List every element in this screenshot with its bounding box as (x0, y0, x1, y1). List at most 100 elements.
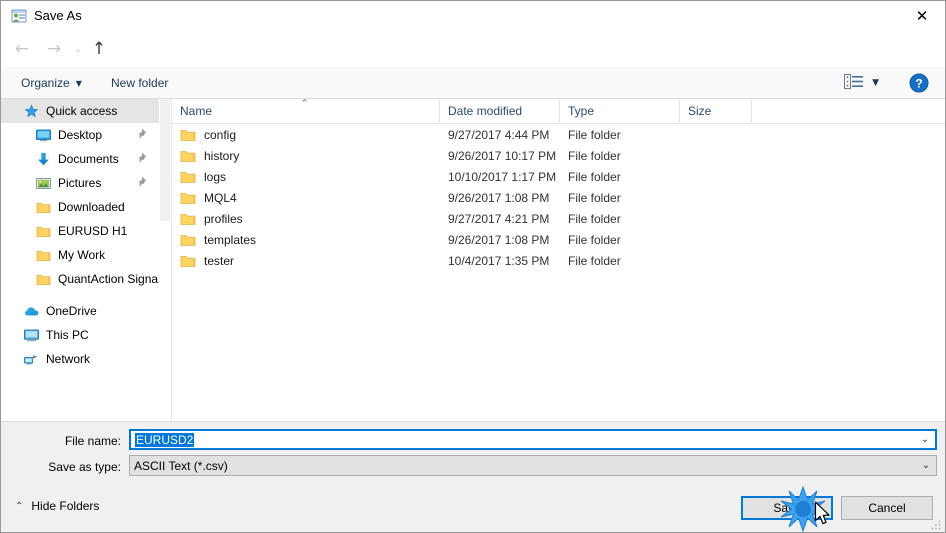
file-type: File folder (568, 211, 621, 226)
sidebar-item-label: Network (46, 352, 91, 366)
column-header-size[interactable]: Size (680, 99, 752, 123)
close-button[interactable]: ✕ (899, 1, 945, 31)
sidebar-item-onedrive[interactable]: OneDrive (1, 299, 159, 323)
hide-folders-button[interactable]: ⌃ Hide Folders (15, 499, 99, 513)
navigation-bar: ← → ⌄ ↑ « Roaming › MetaQuotes › (1, 31, 945, 91)
table-row[interactable]: profiles 9/27/2017 4:21 PM File folder (172, 208, 945, 229)
up-arrow-icon: ↑ (91, 39, 107, 59)
sidebar-item-eurusd-h1[interactable]: EURUSD H1 (1, 219, 159, 243)
navigation-pane-scrollbar[interactable] (159, 99, 172, 421)
file-type: File folder (568, 190, 621, 205)
folder-icon (180, 233, 196, 247)
sidebar-item-quantaction-signal[interactable]: QuantAction Signal (1, 267, 159, 291)
sidebar-item-my-work[interactable]: My Work (1, 243, 159, 267)
chevron-up-icon: ⌃ (15, 500, 24, 512)
help-button[interactable]: ? (909, 73, 929, 93)
file-date-modified: 9/26/2017 1:08 PM (448, 190, 550, 205)
sidebar-item-pictures[interactable]: Pictures (1, 171, 159, 195)
organize-button[interactable]: Organize ▼ (15, 72, 88, 94)
sidebar-item-documents[interactable]: Documents (1, 147, 159, 171)
save-as-dialog: Save As ✕ ← → ⌄ ↑ « Roaming (0, 0, 946, 533)
forward-arrow-icon: → (46, 39, 62, 59)
resize-grip[interactable] (930, 519, 942, 531)
sidebar-item-label: Downloaded (58, 200, 125, 214)
folder-icon (180, 254, 196, 268)
file-name-input[interactable]: EURUSD2 ⌄ (129, 429, 937, 450)
table-row[interactable]: logs 10/10/2017 1:17 PM File folder (172, 166, 945, 187)
window-title: Save As (34, 8, 82, 23)
folder-icon (35, 199, 51, 215)
file-name-dropdown-button[interactable]: ⌄ (915, 434, 935, 445)
file-rows: config 9/27/2017 4:44 PM File folder his… (172, 124, 945, 271)
file-type: File folder (568, 127, 621, 142)
file-name: templates (204, 232, 257, 247)
folder-icon (35, 223, 51, 239)
hide-folders-label: Hide Folders (31, 499, 100, 513)
cancel-button[interactable]: Cancel (841, 496, 933, 520)
file-list: Name ⌃ Date modified Type Size config 9/… (172, 99, 945, 421)
forward-button[interactable]: → (41, 35, 67, 63)
sidebar-item-downloaded[interactable]: Downloaded (1, 195, 159, 219)
save-as-type-value: ASCII Text (*.csv) (134, 458, 228, 473)
file-type: File folder (568, 148, 621, 163)
file-type: File folder (568, 169, 621, 184)
sidebar-item-label: OneDrive (46, 304, 97, 318)
save-button-label: Save (773, 501, 801, 515)
chevron-down-icon: ⌄ (921, 460, 931, 471)
file-name-value-wrapper: EURUSD2 (131, 432, 915, 447)
sidebar-item-this-pc[interactable]: This PC (1, 323, 159, 347)
file-date-modified: 10/4/2017 1:35 PM (448, 253, 550, 268)
chevron-down-icon: ▼ (75, 78, 82, 88)
column-header-label: Date modified (448, 104, 523, 118)
save-as-app-icon (11, 8, 27, 24)
table-row[interactable]: MQL4 9/26/2017 1:08 PM File folder (172, 187, 945, 208)
sidebar-item-label: QuantAction Signal (58, 272, 159, 286)
file-name: config (204, 127, 237, 142)
file-type: File folder (568, 253, 621, 268)
column-header-type[interactable]: Type (560, 99, 680, 123)
star-icon (23, 103, 39, 119)
new-folder-label: New folder (111, 76, 169, 90)
sidebar-item-network[interactable]: Network (1, 347, 159, 371)
folder-icon (180, 191, 196, 205)
sidebar-item-desktop[interactable]: Desktop (1, 123, 159, 147)
pin-icon[interactable] (135, 152, 147, 166)
sidebar-item-label: My Work (58, 248, 106, 262)
up-button[interactable]: ↑ (86, 35, 112, 63)
save-as-type-dropdown-button[interactable]: ⌄ (916, 460, 936, 471)
back-button[interactable]: ← (9, 35, 35, 63)
organize-label: Organize (21, 76, 70, 90)
column-header-name[interactable]: Name ⌃ (172, 99, 440, 123)
table-row[interactable]: history 9/26/2017 10:17 PM File folder (172, 145, 945, 166)
title-bar: Save As ✕ (1, 1, 945, 31)
new-folder-button[interactable]: New folder (105, 72, 174, 94)
chevron-down-icon: ⌄ (73, 43, 83, 55)
save-button[interactable]: Save (741, 496, 833, 520)
table-row[interactable]: templates 9/26/2017 1:08 PM File folder (172, 229, 945, 250)
pictures-icon (35, 175, 51, 191)
file-date-modified: 10/10/2017 1:17 PM (448, 169, 557, 184)
scrollbar-thumb[interactable] (160, 99, 170, 221)
file-name-value: EURUSD2 (135, 432, 195, 447)
pin-icon[interactable] (135, 176, 147, 190)
folder-icon (180, 212, 196, 226)
close-icon: ✕ (915, 6, 929, 25)
navigation-pane: Quick access Desktop Documents Pictures … (1, 99, 159, 421)
table-row[interactable]: tester 10/4/2017 1:35 PM File folder (172, 250, 945, 271)
file-date-modified: 9/27/2017 4:21 PM (448, 211, 550, 226)
save-as-type-select[interactable]: ASCII Text (*.csv) ⌄ (129, 455, 937, 476)
column-header-date-modified[interactable]: Date modified (440, 99, 560, 123)
save-form: File name: EURUSD2 ⌄ Save as type: ASCII… (1, 421, 945, 489)
column-header-label: Size (688, 104, 712, 118)
recent-locations-button[interactable]: ⌄ (69, 35, 87, 63)
column-header-label: Type (568, 104, 595, 118)
table-row[interactable]: config 9/27/2017 4:44 PM File folder (172, 124, 945, 145)
folder-icon (180, 149, 196, 163)
file-name: profiles (204, 211, 243, 226)
sidebar-item-quick-access[interactable]: Quick access (1, 99, 159, 123)
pin-icon[interactable] (135, 128, 147, 142)
sidebar-item-label: Documents (58, 152, 119, 166)
sidebar-item-label: Pictures (58, 176, 102, 190)
change-view-button[interactable]: ▼ (844, 72, 879, 94)
sidebar-item-label: Quick access (46, 104, 118, 118)
